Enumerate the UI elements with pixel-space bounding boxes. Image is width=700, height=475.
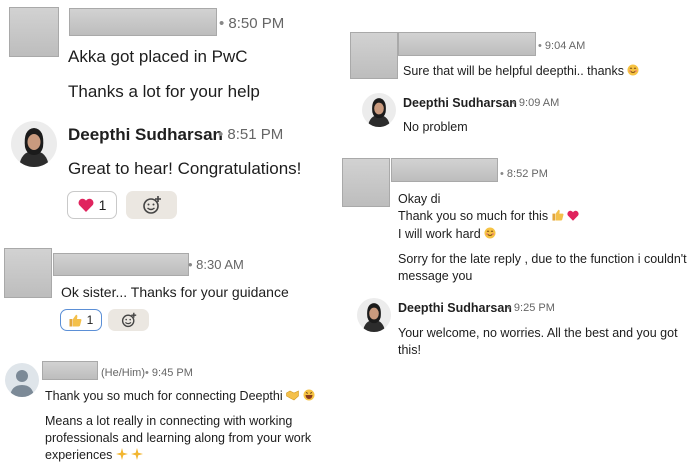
message-timestamp: • 8:50 PM bbox=[219, 15, 285, 32]
add-reaction-button[interactable] bbox=[108, 309, 149, 331]
smiling-face-emoji bbox=[627, 64, 639, 76]
sender-name-redacted[interactable] bbox=[42, 361, 98, 380]
message-text: Ok sister... Thanks for your guidance bbox=[61, 284, 289, 300]
sender-avatar-redacted[interactable] bbox=[9, 7, 59, 57]
smiling-face-emoji bbox=[484, 227, 496, 239]
sender-name-redacted[interactable] bbox=[69, 8, 217, 36]
sender-avatar-redacted[interactable] bbox=[342, 158, 390, 207]
add-reaction-icon bbox=[142, 196, 161, 214]
message-text: Thank you so much for connecting Deepthi bbox=[45, 389, 315, 403]
message-text: I will work hard bbox=[398, 227, 496, 241]
thumbs-up-emoji bbox=[552, 209, 564, 221]
heart-icon bbox=[78, 198, 94, 212]
sparkles-emoji bbox=[131, 448, 144, 460]
message-text: this! bbox=[398, 343, 421, 357]
sender-avatar-redacted[interactable] bbox=[350, 32, 398, 79]
avatar[interactable] bbox=[11, 121, 57, 167]
thumbs-up-icon bbox=[69, 314, 82, 326]
message-timestamp: • 8:51 PM bbox=[218, 126, 284, 143]
message-text: professionals and learning along from yo… bbox=[45, 431, 312, 445]
heart-emoji bbox=[567, 210, 579, 221]
message-timestamp: • 8:52 PM bbox=[500, 168, 548, 180]
message-text: Your welcome, no worries. All the best a… bbox=[398, 326, 678, 340]
message-text: experiences bbox=[45, 448, 144, 462]
message-text: Means a lot really in connecting with wo… bbox=[45, 414, 293, 428]
reaction-thumbs-up-button[interactable]: 1 bbox=[60, 309, 102, 331]
sender-avatar-redacted[interactable] bbox=[4, 248, 52, 298]
message-text: No problem bbox=[403, 120, 468, 134]
sparkles-emoji bbox=[115, 448, 128, 460]
message-text: Great to hear! Congratulations! bbox=[68, 159, 302, 178]
message-text: message you bbox=[398, 269, 473, 283]
sender-name-redacted[interactable] bbox=[391, 158, 498, 182]
sender-name[interactable]: Deepthi Sudharsan bbox=[403, 96, 517, 110]
avatar[interactable] bbox=[362, 93, 396, 127]
sender-name[interactable]: Deepthi Sudharsan bbox=[398, 301, 512, 315]
add-reaction-icon bbox=[121, 312, 136, 328]
message-timestamp: • 9:04 AM bbox=[538, 40, 586, 52]
reaction-count: 1 bbox=[86, 313, 94, 327]
add-reaction-button[interactable] bbox=[126, 191, 177, 219]
message-text: Sure that will be helpful deepthi.. than… bbox=[403, 64, 639, 78]
avatar[interactable] bbox=[357, 298, 391, 332]
pronouns: (He/Him) bbox=[101, 367, 145, 379]
message-text: Okay di bbox=[398, 192, 441, 206]
sender-name-redacted[interactable] bbox=[53, 253, 189, 276]
reaction-count: 1 bbox=[98, 197, 107, 213]
grinning-face-emoji bbox=[303, 389, 315, 401]
message-text: Sorry for the late reply , due to the fu… bbox=[398, 252, 687, 266]
handshake-emoji bbox=[286, 390, 299, 401]
sender-name[interactable]: Deepthi Sudharsan bbox=[68, 125, 223, 145]
message-timestamp: • 9:45 PM bbox=[145, 367, 193, 379]
message-text: Thanks a lot for your help bbox=[68, 82, 260, 101]
message-timestamp: • 9:09 AM bbox=[512, 97, 560, 109]
message-timestamp: • 8:30 AM bbox=[188, 257, 244, 272]
avatar[interactable] bbox=[5, 363, 39, 397]
message-text: Thank you so much for this bbox=[398, 209, 579, 223]
reaction-heart-button[interactable]: 1 bbox=[67, 191, 117, 219]
sender-name-redacted[interactable] bbox=[398, 32, 536, 56]
message-timestamp: • 9:25 PM bbox=[507, 302, 555, 314]
message-text: Akka got placed in PwC bbox=[68, 47, 248, 66]
